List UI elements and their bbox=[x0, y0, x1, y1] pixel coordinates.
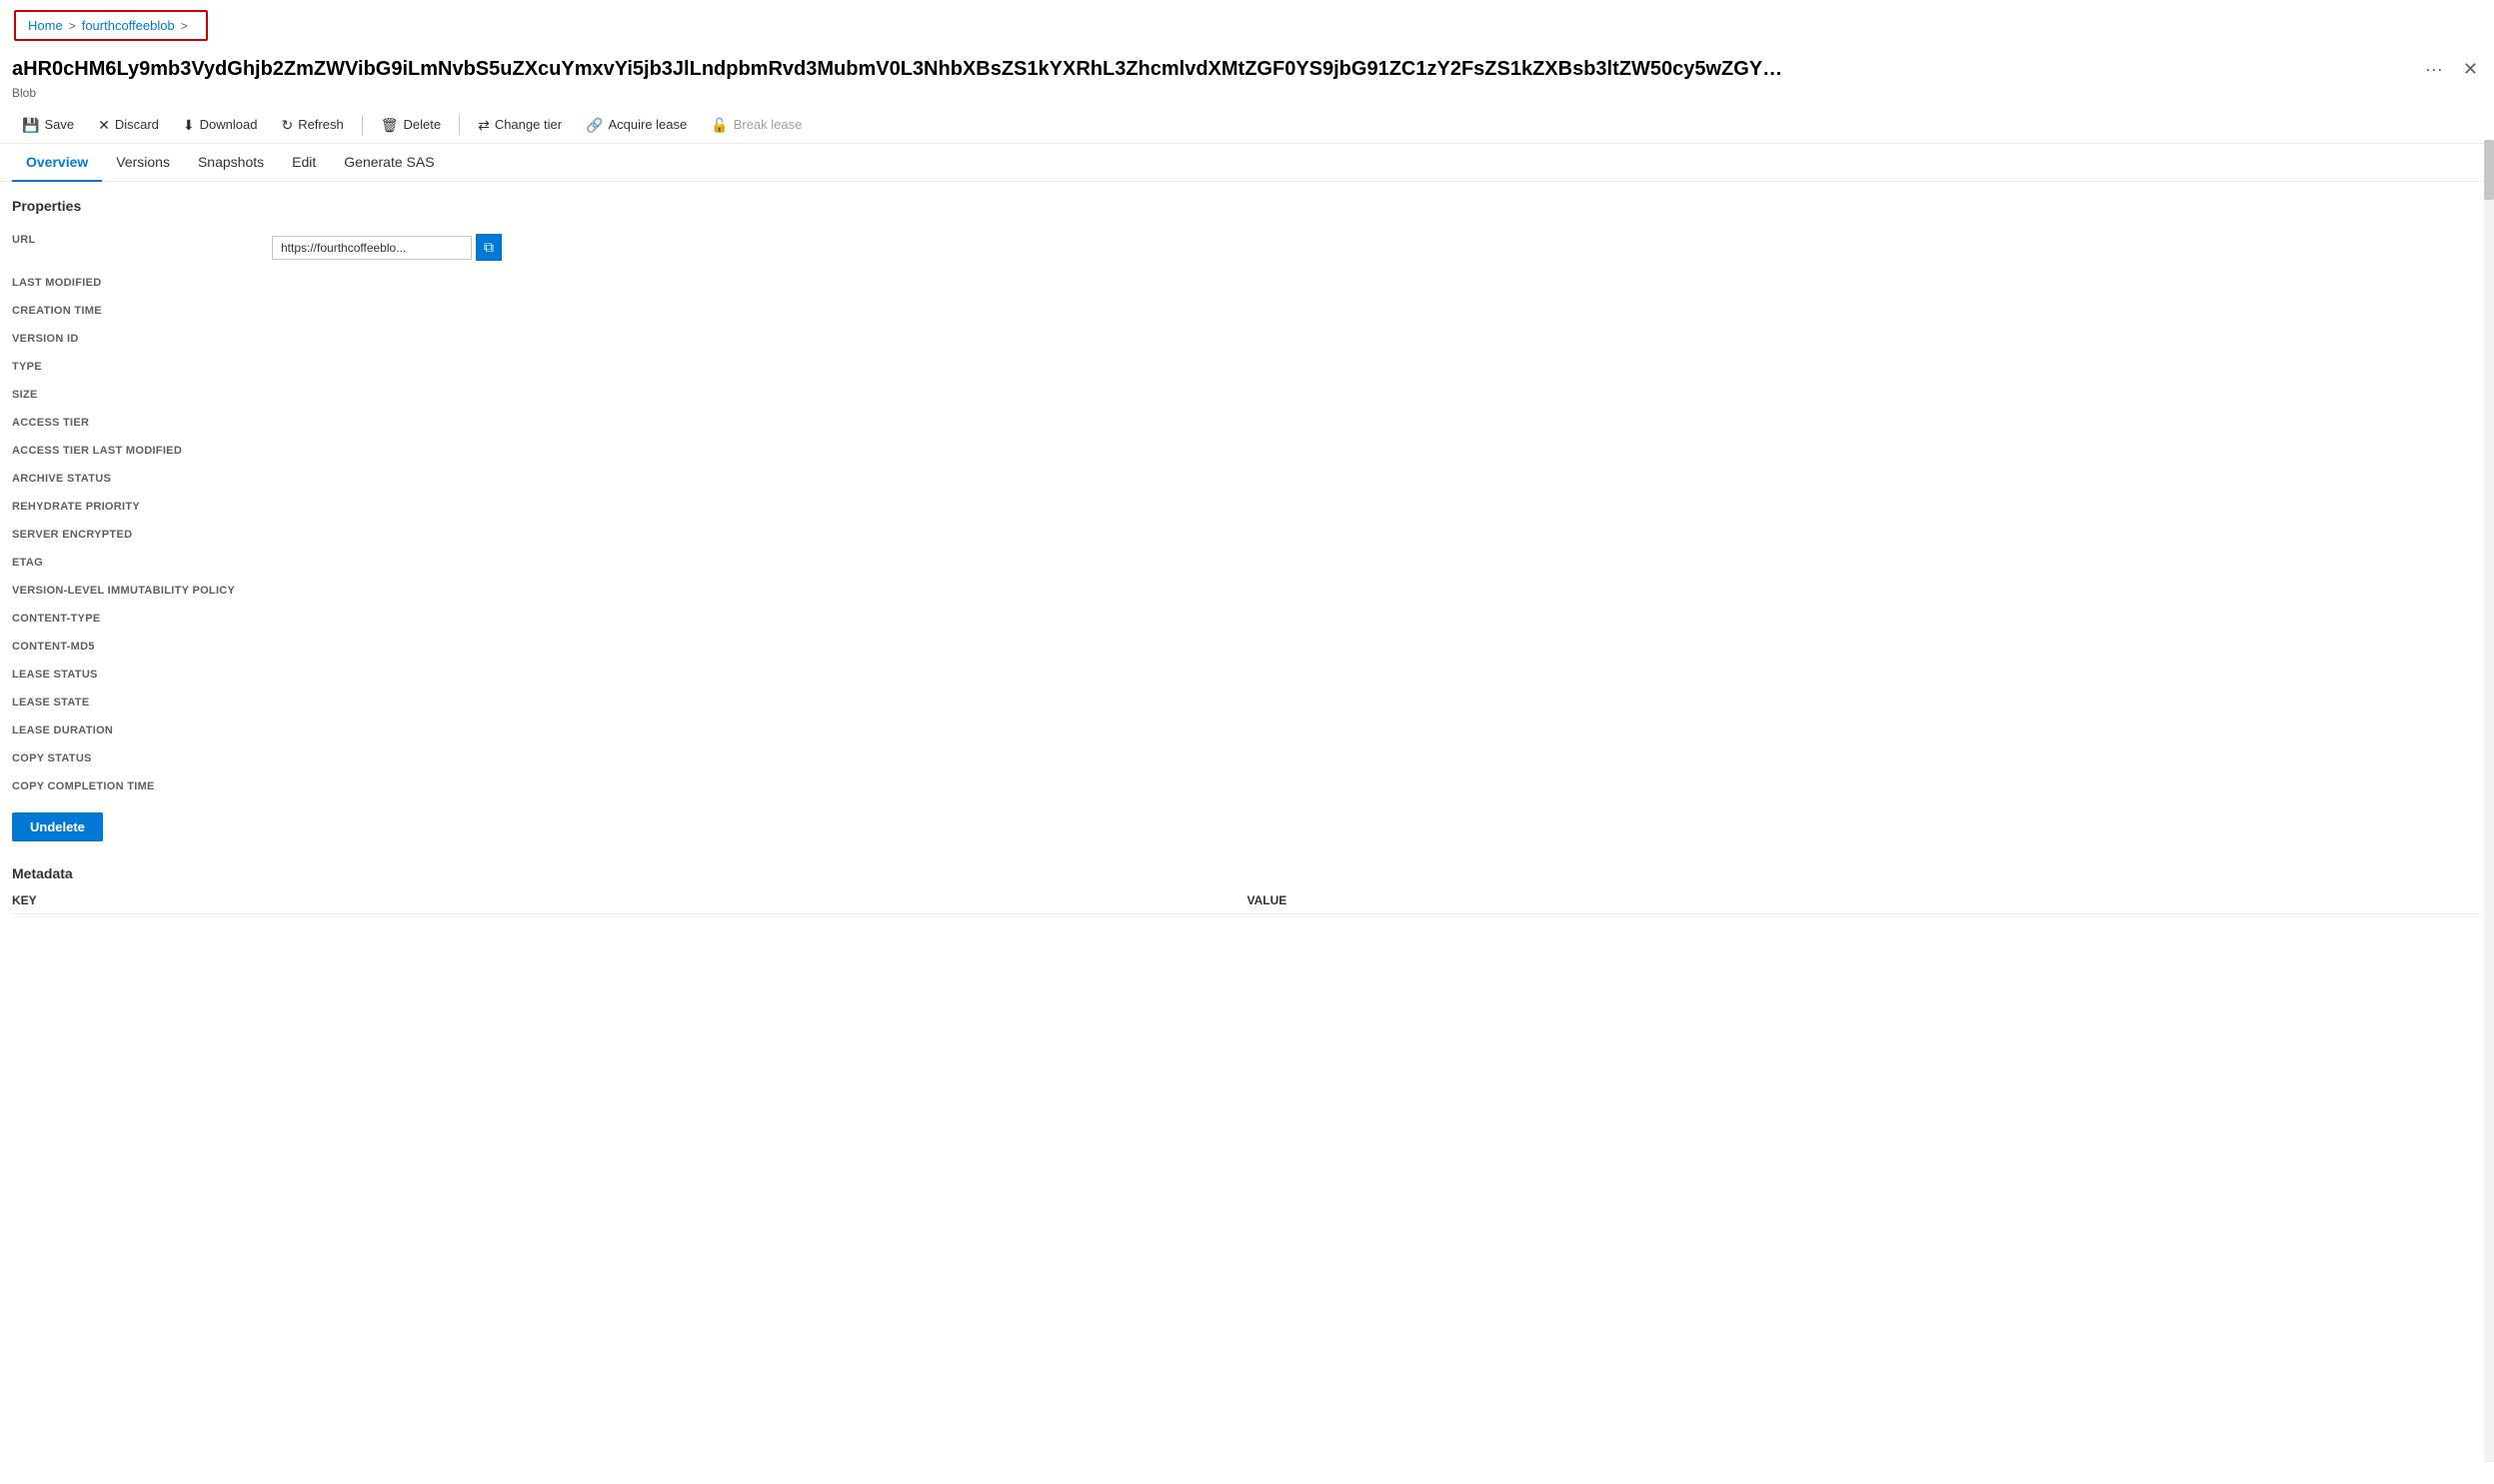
copy-completion-time-value bbox=[272, 772, 2482, 800]
access-tier-last-modified-value bbox=[272, 437, 2482, 465]
acquire-lease-button[interactable]: 🔗 Acquire lease bbox=[576, 112, 697, 137]
size-value bbox=[272, 381, 2482, 409]
copy-status-label: COPY STATUS bbox=[12, 744, 272, 772]
archive-status-value bbox=[272, 465, 2482, 493]
copy-completion-time-label: COPY COMPLETION TIME bbox=[12, 772, 272, 800]
etag-value bbox=[272, 549, 2482, 577]
content-md5-label: CONTENT-MD5 bbox=[12, 633, 272, 661]
blob-type-label: Blob bbox=[0, 86, 2494, 106]
tabs-bar: Overview Versions Snapshots Edit Generat… bbox=[0, 144, 2494, 182]
tab-edit[interactable]: Edit bbox=[278, 144, 330, 182]
server-encrypted-value bbox=[272, 521, 2482, 549]
breadcrumb: Home > fourthcoffeeblob > bbox=[14, 10, 208, 41]
breadcrumb-container[interactable]: fourthcoffeeblob bbox=[82, 18, 175, 33]
tab-overview[interactable]: Overview bbox=[12, 144, 102, 182]
download-button[interactable]: ⬇ Download bbox=[173, 112, 268, 137]
size-label: SIZE bbox=[12, 381, 272, 409]
change-tier-button[interactable]: ⇄ Change tier bbox=[468, 112, 572, 137]
toolbar-separator-1 bbox=[362, 115, 363, 135]
copy-url-button[interactable]: ⧉ bbox=[476, 234, 502, 261]
download-icon: ⬇ bbox=[183, 118, 195, 132]
lease-state-label: LEASE STATE bbox=[12, 689, 272, 717]
rehydrate-priority-label: REHYDRATE PRIORITY bbox=[12, 493, 272, 521]
last-modified-value bbox=[272, 269, 2482, 297]
breadcrumb-separator-1: > bbox=[69, 19, 76, 33]
content-type-value bbox=[272, 605, 2482, 633]
lease-duration-value bbox=[272, 717, 2482, 744]
etag-label: ETAG bbox=[12, 549, 272, 577]
more-button[interactable]: ··· bbox=[2421, 55, 2447, 84]
page-title: aHR0cHM6Ly9mb3VydGhjb2ZmZWVibG9iLmNvbS5u… bbox=[12, 58, 1782, 81]
properties-section-title: Properties bbox=[12, 198, 2482, 214]
discard-button[interactable]: ✕ Discard bbox=[88, 112, 169, 137]
tab-versions[interactable]: Versions bbox=[102, 144, 184, 182]
access-tier-last-modified-label: ACCESS TIER LAST MODIFIED bbox=[12, 437, 272, 465]
version-immutability-value bbox=[272, 577, 2482, 605]
metadata-section: Metadata Key Value bbox=[12, 865, 2482, 914]
toolbar: 💾 Save ✕ Discard ⬇ Download ↻ Refresh 🗑 … bbox=[0, 106, 2494, 144]
last-modified-label: LAST MODIFIED bbox=[12, 269, 272, 297]
access-tier-value bbox=[272, 409, 2482, 437]
break-lease-button[interactable]: 🔓 Break lease bbox=[701, 112, 812, 137]
break-lease-icon: 🔓 bbox=[711, 118, 728, 132]
tab-generate-sas[interactable]: Generate SAS bbox=[330, 144, 448, 182]
content-type-label: CONTENT-TYPE bbox=[12, 605, 272, 633]
breadcrumb-home[interactable]: Home bbox=[28, 18, 63, 33]
close-button[interactable]: ✕ bbox=[2459, 55, 2482, 84]
delete-button[interactable]: 🗑 Delete bbox=[371, 112, 451, 137]
type-label: TYPE bbox=[12, 353, 272, 381]
acquire-lease-icon: 🔗 bbox=[586, 118, 603, 132]
save-icon: 💾 bbox=[22, 118, 39, 132]
discard-icon: ✕ bbox=[98, 118, 110, 132]
scrollbar-track bbox=[2484, 140, 2494, 1462]
access-tier-label: ACCESS TIER bbox=[12, 409, 272, 437]
metadata-headers: Key Value bbox=[12, 893, 2482, 914]
refresh-button[interactable]: ↻ Refresh bbox=[271, 112, 353, 137]
scrollbar-thumb[interactable] bbox=[2484, 140, 2494, 200]
copy-status-value bbox=[272, 744, 2482, 772]
close-icon: ✕ bbox=[2463, 59, 2478, 80]
url-input[interactable] bbox=[272, 236, 472, 260]
url-input-wrapper: ⧉ bbox=[272, 234, 2482, 261]
rehydrate-priority-value bbox=[272, 493, 2482, 521]
more-icon: ··· bbox=[2425, 59, 2443, 80]
lease-duration-label: LEASE DURATION bbox=[12, 717, 272, 744]
change-tier-icon: ⇄ bbox=[478, 118, 490, 132]
creation-time-value bbox=[272, 297, 2482, 325]
property-grid: URL ⧉ LAST MODIFIED CREATION TIME VERSIO… bbox=[12, 226, 2482, 800]
archive-status-label: ARCHIVE STATUS bbox=[12, 465, 272, 493]
server-encrypted-label: SERVER ENCRYPTED bbox=[12, 521, 272, 549]
tab-snapshots[interactable]: Snapshots bbox=[184, 144, 278, 182]
breadcrumb-separator-2: > bbox=[181, 19, 188, 33]
version-id-label: VERSION ID bbox=[12, 325, 272, 353]
url-value: ⧉ bbox=[272, 226, 2482, 269]
creation-time-label: CREATION TIME bbox=[12, 297, 272, 325]
lease-status-label: LEASE STATUS bbox=[12, 661, 272, 689]
title-bar: aHR0cHM6Ly9mb3VydGhjb2ZmZWVibG9iLmNvbS5u… bbox=[0, 51, 2494, 86]
version-id-value bbox=[272, 325, 2482, 353]
url-label: URL bbox=[12, 226, 272, 269]
title-actions: ··· ✕ bbox=[2421, 55, 2482, 84]
type-value bbox=[272, 353, 2482, 381]
delete-icon: 🗑 bbox=[381, 118, 399, 132]
lease-status-value bbox=[272, 661, 2482, 689]
content-md5-value bbox=[272, 633, 2482, 661]
refresh-icon: ↻ bbox=[281, 118, 293, 132]
content-area: Properties URL ⧉ LAST MODIFIED CREATION … bbox=[0, 182, 2494, 1484]
save-button[interactable]: 💾 Save bbox=[12, 112, 84, 137]
version-immutability-label: VERSION-LEVEL IMMUTABILITY POLICY bbox=[12, 577, 272, 605]
toolbar-separator-2 bbox=[459, 115, 460, 135]
metadata-key-header: Key bbox=[12, 893, 1247, 907]
lease-state-value bbox=[272, 689, 2482, 717]
undelete-button[interactable]: Undelete bbox=[12, 812, 103, 841]
metadata-value-header: Value bbox=[1247, 893, 2483, 907]
copy-icon: ⧉ bbox=[484, 239, 494, 256]
metadata-section-title: Metadata bbox=[12, 865, 2482, 881]
